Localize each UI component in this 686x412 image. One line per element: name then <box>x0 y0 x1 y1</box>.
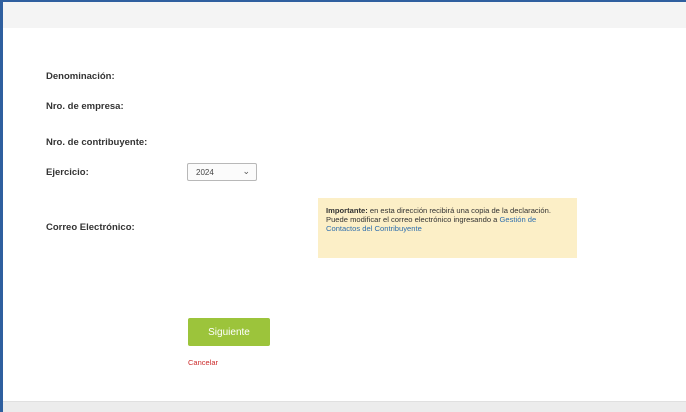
notice-strong: Importante: <box>326 206 368 215</box>
top-bar <box>3 2 686 28</box>
correo-label: Correo Electrónico: <box>46 222 135 233</box>
notice-text-2: Puede modificar el correo electrónico in… <box>326 215 500 224</box>
ejercicio-select[interactable]: 2024 ⌄ <box>187 163 257 181</box>
notice-text-1: en esta dirección recibirá una copia de … <box>367 206 551 215</box>
cancelar-link[interactable]: Cancelar <box>188 358 218 367</box>
bottom-bar <box>3 401 686 412</box>
importante-notice: Importante: en esta dirección recibirá u… <box>318 198 577 258</box>
denominacion-label: Denominación: <box>46 71 115 82</box>
ejercicio-label: Ejercicio: <box>46 167 89 178</box>
nro-contribuyente-label: Nro. de contribuyente: <box>46 137 148 148</box>
chevron-down-icon: ⌄ <box>242 166 250 176</box>
ejercicio-select-value: 2024 <box>196 168 214 177</box>
siguiente-button[interactable]: Siguiente <box>188 318 270 346</box>
nro-empresa-label: Nro. de empresa: <box>46 101 124 112</box>
